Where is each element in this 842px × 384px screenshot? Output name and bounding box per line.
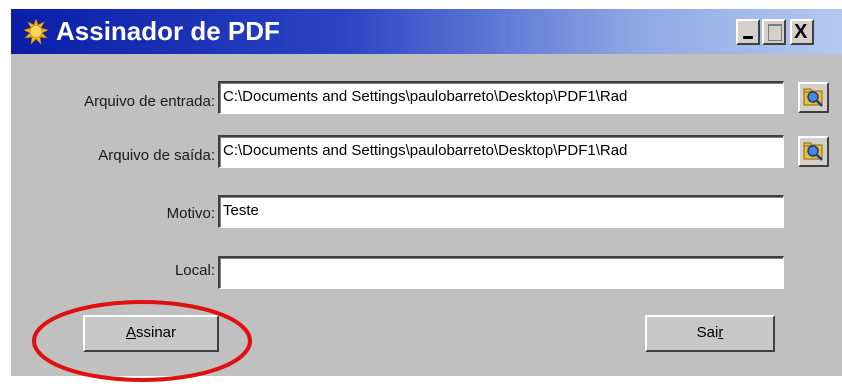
reason-label: Motivo: xyxy=(166,205,215,222)
location-label: Local: xyxy=(174,262,215,279)
browse-input-button[interactable] xyxy=(798,82,829,113)
exit-label: Sai xyxy=(696,324,719,341)
close-icon: X xyxy=(794,21,808,43)
exit-mnemonic: r xyxy=(718,324,724,341)
close-button[interactable]: X xyxy=(790,19,814,45)
folder-search-icon xyxy=(803,142,823,161)
reason-field[interactable]: Teste xyxy=(218,195,784,228)
output-file-label: Arquivo de saída: xyxy=(98,147,215,164)
title-bar[interactable]: Assinador de PDF X xyxy=(11,9,842,54)
window-title: Assinador de PDF xyxy=(56,16,280,46)
minimize-button[interactable] xyxy=(736,19,760,45)
input-file-field[interactable]: C:\Documents and Settings\paulobarreto\D… xyxy=(218,81,784,114)
input-file-label: Arquivo de entrada: xyxy=(84,93,215,110)
folder-search-icon xyxy=(803,88,823,107)
browse-output-button[interactable] xyxy=(798,136,829,167)
output-file-field[interactable]: C:\Documents and Settings\paulobarreto\D… xyxy=(218,135,784,168)
exit-button[interactable]: Sair xyxy=(645,315,775,352)
sun-icon xyxy=(23,19,49,45)
maximize-button[interactable] xyxy=(762,19,786,45)
location-field[interactable] xyxy=(218,256,784,289)
circle-annotation xyxy=(32,300,252,382)
